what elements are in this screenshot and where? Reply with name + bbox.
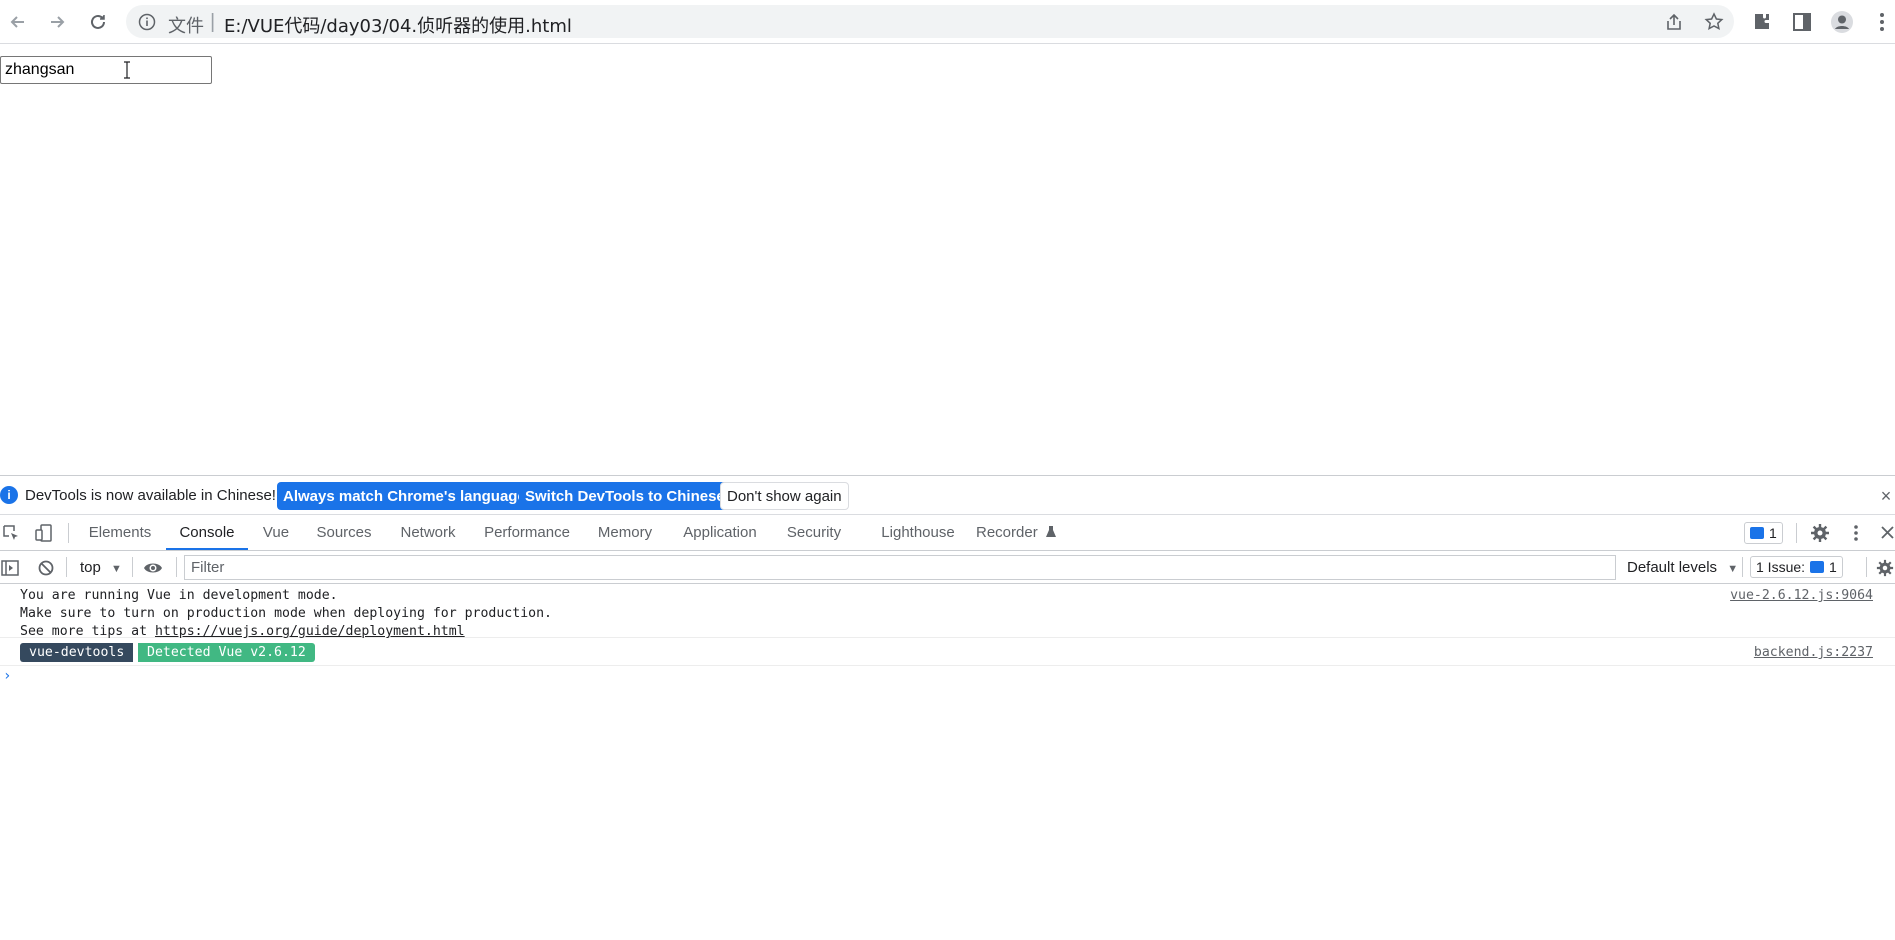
message-icon [1810,561,1825,573]
inspect-element-icon[interactable] [2,524,20,542]
settings-gear-icon[interactable] [1810,523,1830,543]
detected-vue-badge: Detected Vue v2.6.12 [138,643,315,662]
always-match-language-button[interactable]: Always match Chrome's language [277,482,532,510]
url-scheme-label: 文件 [168,16,204,37]
forward-arrow-icon[interactable] [45,10,69,34]
context-label: top [80,559,101,576]
toolbar-divider [68,523,69,543]
address-bar[interactable]: 文件 | E:/VUE代码/day03/04.侦听器的使用.html [126,5,1734,38]
toolbar-divider [1742,557,1743,577]
tab-console[interactable]: Console [166,515,248,550]
context-selector[interactable]: top ▼ [80,559,122,576]
infobar-close-icon[interactable]: × [1877,486,1895,507]
tab-recorder[interactable]: Recorder [976,515,1072,550]
devtools-tabbar: Elements Console Vue Sources Network Per… [0,515,1895,551]
toolbar-divider [176,557,177,577]
devtools-menu-icon[interactable] [1846,523,1866,543]
tab-security[interactable]: Security [780,515,848,550]
tab-application[interactable]: Application [674,515,766,550]
tab-recorder-label: Recorder [976,524,1038,541]
extensions-icon[interactable] [1750,10,1774,34]
source-link[interactable]: vue-2.6.12.js:9064 [1730,588,1873,603]
toolbar-divider [132,557,133,577]
tab-memory[interactable]: Memory [590,515,660,550]
share-icon[interactable] [1664,12,1684,32]
vue-devtools-badge: vue-devtools [20,643,134,662]
tab-vue[interactable]: Vue [256,515,296,550]
log-levels-label: Default levels [1627,559,1718,576]
console-filter-input[interactable] [184,555,1616,580]
reload-icon[interactable] [86,10,110,34]
console-message: vue-devtools Detected Vue v2.6.12 backen… [0,638,1895,666]
console-output: You are running Vue in development mode.… [0,584,1895,690]
console-text: See more tips at [20,624,155,639]
tab-lighthouse[interactable]: Lighthouse [874,515,962,550]
back-arrow-icon[interactable] [6,10,30,34]
issues-count: 1 [1769,525,1777,541]
clear-console-icon[interactable] [37,559,55,577]
console-text: You are running Vue in development mode. [20,588,338,603]
experiment-flask-icon [1045,526,1056,537]
url-separator: | [210,11,216,33]
toolbar-divider [1866,557,1867,577]
console-prompt-chevron-icon: › [3,668,12,684]
username-input[interactable] [0,56,212,84]
console-prompt-row[interactable]: › [0,666,1895,690]
console-message: You are running Vue in development mode.… [0,584,1895,639]
issues-count: 1 [1829,559,1837,575]
devtools-language-infobar: i DevTools is now available in Chinese! … [0,476,1895,515]
log-levels-dropdown[interactable]: Default levels ▼ [1627,559,1738,576]
console-issues-button[interactable]: 1 Issue: 1 [1750,556,1843,578]
console-sidebar-icon[interactable] [1,559,19,577]
profile-avatar-icon[interactable] [1830,10,1854,34]
tab-performance[interactable]: Performance [478,515,576,550]
close-devtools-icon[interactable] [1880,525,1895,540]
console-text: Make sure to turn on production mode whe… [20,606,552,621]
issues-label: 1 Issue: [1756,559,1806,575]
side-panel-icon[interactable] [1790,10,1814,34]
browser-toolbar: 文件 | E:/VUE代码/day03/04.侦听器的使用.html [0,0,1895,44]
tab-sources[interactable]: Sources [310,515,378,550]
site-info-icon[interactable] [138,13,156,31]
message-icon [1750,527,1764,539]
bookmark-star-icon[interactable] [1704,12,1724,32]
live-expression-eye-icon[interactable] [143,559,163,577]
tab-network[interactable]: Network [392,515,464,550]
toolbar-divider [1796,523,1797,543]
issues-counter-button[interactable]: 1 [1744,522,1783,544]
switch-to-chinese-button[interactable]: Switch DevTools to Chinese [519,482,731,510]
console-text-line: See more tips at https://vuejs.org/guide… [20,624,465,639]
tab-elements[interactable]: Elements [82,515,158,550]
text-cursor-icon [124,61,130,79]
chrome-menu-icon[interactable] [1870,10,1894,34]
info-icon: i [0,486,18,504]
devtools-panel: i DevTools is now available in Chinese! … [0,475,1895,940]
console-filter-bar: top ▼ Default levels ▼ 1 Issue: 1 [0,551,1895,584]
toolbar-divider [66,557,67,577]
dropdown-arrow-icon: ▼ [111,563,122,575]
infobar-message: DevTools is now available in Chinese! [25,487,276,504]
url-text[interactable]: E:/VUE代码/day03/04.侦听器的使用.html [224,12,572,38]
device-toolbar-icon[interactable] [34,523,54,543]
dropdown-arrow-icon: ▼ [1727,563,1739,575]
deployment-guide-link[interactable]: https://vuejs.org/guide/deployment.html [155,624,465,639]
dont-show-again-button[interactable]: Don't show again [720,482,849,510]
source-link[interactable]: backend.js:2237 [1754,645,1873,660]
console-settings-gear-icon[interactable] [1876,559,1894,577]
